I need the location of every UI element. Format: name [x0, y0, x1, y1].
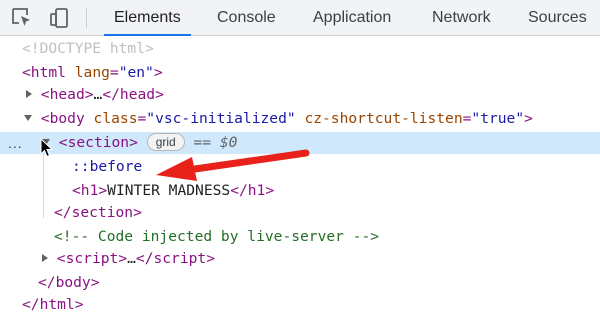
body-close-node[interactable]: </body> [38, 272, 600, 294]
html-attr-value: "en" [118, 64, 154, 81]
comment-text: <!-- Code injected by live-server --> [54, 228, 380, 245]
tab-sources[interactable]: Sources [528, 0, 587, 35]
body-open-node[interactable]: <body class="vsc-initialized" cz-shortcu… [24, 108, 600, 130]
script-node[interactable]: <script>…</script> [42, 248, 600, 270]
html-attr-name: lang [74, 64, 110, 81]
body-cz-attr-value: "true" [471, 110, 525, 127]
html-open-node[interactable]: <html lang="en"> [22, 62, 600, 84]
tab-console[interactable]: Console [217, 0, 276, 35]
script-close-tag-name: script [153, 250, 207, 267]
section-children-guide-line [43, 154, 44, 218]
doctype-text: <!DOCTYPE html> [22, 40, 154, 57]
live-server-comment[interactable]: <!-- Code injected by live-server --> [54, 226, 600, 248]
collapse-body-icon[interactable] [24, 115, 32, 121]
expand-head-icon[interactable] [26, 90, 32, 98]
inspect-element-icon[interactable] [10, 6, 34, 30]
section-tag-name: section [67, 134, 130, 151]
mouse-cursor-icon [40, 137, 54, 158]
section-close-node[interactable]: </section> [54, 202, 600, 224]
body-tag-name: body [49, 110, 85, 127]
html-tag-name: html [30, 64, 66, 81]
more-actions-icon[interactable]: ... [8, 132, 23, 154]
before-pseudo-text: ::before [72, 158, 143, 175]
red-annotation-arrow-icon [150, 144, 310, 184]
devtools-toolbar: Elements Console Application Network Sou… [0, 0, 600, 36]
head-close-tag-name: head [119, 86, 156, 103]
html-close-tag-name: html [39, 296, 75, 313]
script-tag-name: script [65, 250, 119, 267]
head-tag-name: head [49, 86, 85, 103]
tab-elements[interactable]: Elements [104, 0, 191, 36]
script-collapsed-ellipsis[interactable]: … [127, 250, 136, 267]
body-class-attr-value: "vsc-initialized" [146, 110, 296, 127]
toolbar-separator [86, 8, 87, 28]
h1-close-tag-name: h1 [247, 182, 266, 199]
expand-script-icon[interactable] [42, 254, 48, 262]
body-cz-attr-name: cz-shortcut-listen [304, 110, 463, 127]
section-close-tag-name: section [71, 204, 134, 221]
head-node[interactable]: <head>…</head> [26, 84, 600, 106]
doctype-node[interactable]: <!DOCTYPE html> [22, 38, 600, 60]
device-toolbar-icon[interactable] [48, 6, 72, 30]
tab-network[interactable]: Network [432, 0, 491, 35]
body-close-tag-name: body [55, 274, 91, 291]
body-class-attr-name: class [93, 110, 138, 127]
h1-tag-name: h1 [80, 182, 99, 199]
tab-application[interactable]: Application [313, 0, 391, 35]
h1-text-content[interactable]: WINTER MADNESS [107, 182, 230, 199]
